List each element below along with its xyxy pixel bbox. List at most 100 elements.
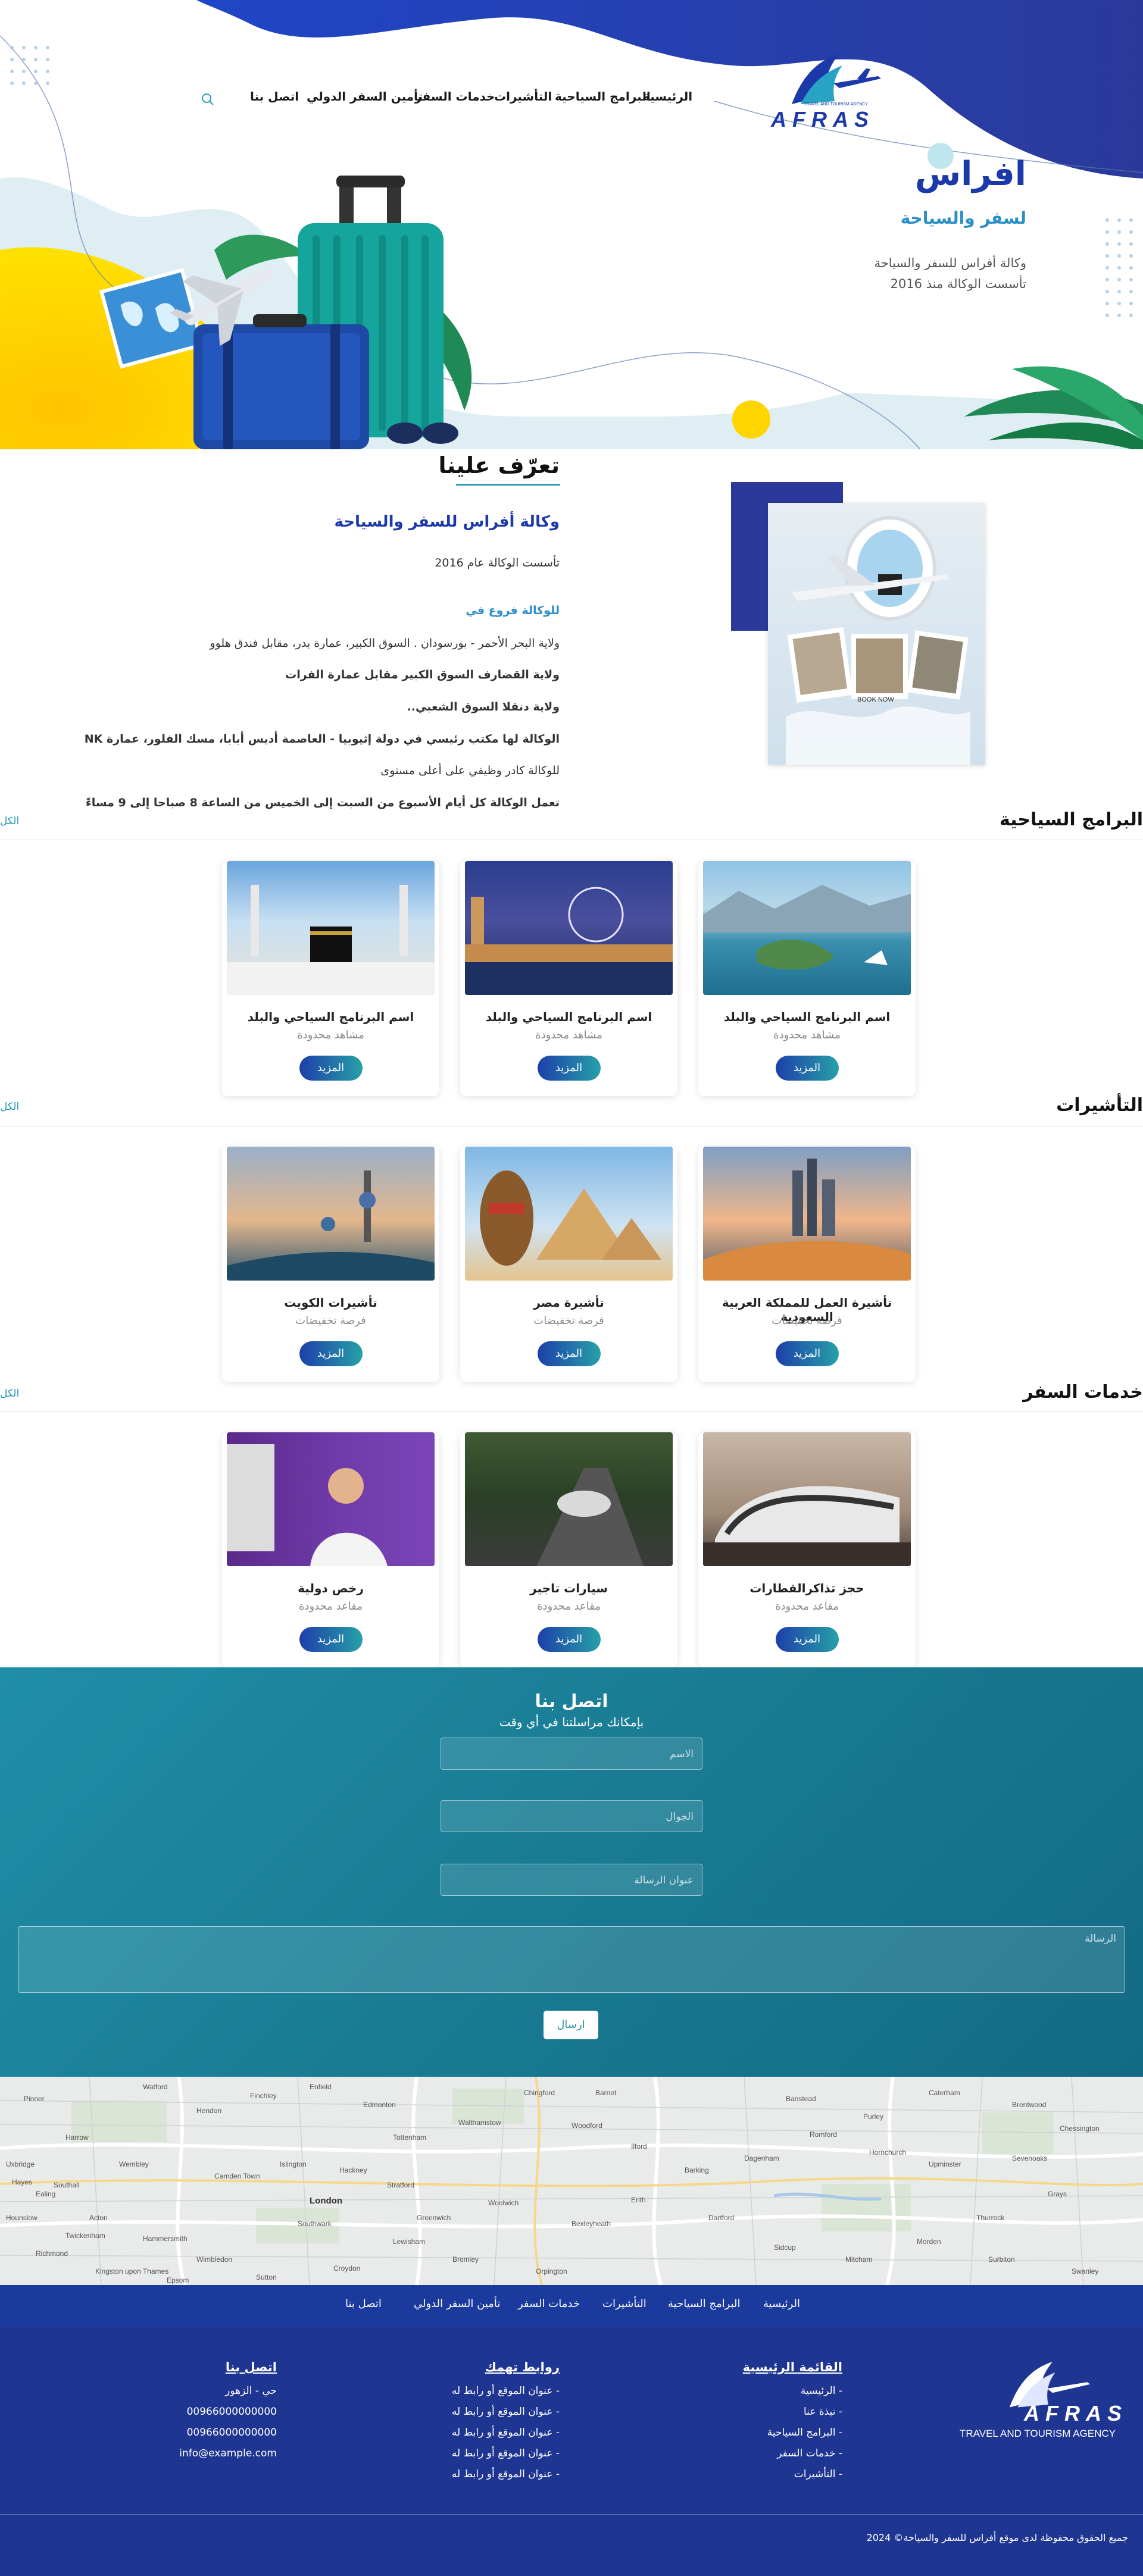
map-label: Islington	[280, 2160, 307, 2168]
map-label: Mitcham	[845, 2255, 873, 2264]
program-card-1[interactable]: اسم البرنامج السياحي والبلد مشاهد محدودة…	[698, 861, 916, 1096]
service-card-1[interactable]: حجز تذاكرالقطارات مقاعد محدودة المزيد	[698, 1432, 916, 1667]
footer-main-menu-item[interactable]: - خدمات السفر	[777, 2447, 842, 2459]
footer-logo[interactable]: AFRAS TRAVEL AND TOURISM AGENCY	[952, 2356, 1122, 2446]
services-heading: خدمات السفر	[1023, 1382, 1143, 1403]
visa-image-3	[227, 1147, 435, 1281]
site-logo[interactable]: TRAVEL AND TOURISM AGENCY AFRAS	[768, 48, 887, 132]
visa-more-button-2[interactable]: المزيد	[537, 1341, 601, 1366]
service-more-button-3[interactable]: المزيد	[299, 1627, 363, 1652]
footer-nav-home[interactable]: الرئيسية	[763, 2298, 800, 2310]
map-label: Dagenham	[744, 2154, 779, 2162]
visa-card-2[interactable]: تأشيرة مصر فرصة تخفيضات المزيد	[460, 1147, 677, 1382]
program-card-3[interactable]: اسم البرنامج السياحي والبلد مشاهد محدودة…	[222, 861, 439, 1096]
service-subtitle-1: مقاعد محدودة	[775, 1600, 839, 1613]
footer-main-menu-item[interactable]: - التأشيرات	[794, 2468, 842, 2480]
visa-card-1[interactable]: تأشيرة العمل للمملكة العربية السعودية فر…	[698, 1147, 916, 1382]
map-label: Thurrock	[976, 2214, 1005, 2222]
about-founded: تأسست الوكالة عام 2016	[435, 556, 560, 569]
nav-tour-programs[interactable]: البرامج السياحية	[555, 89, 651, 104]
map-label: Hayes	[12, 2178, 33, 2186]
footer-main-menu-item[interactable]: - الرئيسية	[801, 2385, 842, 2397]
service-card-3[interactable]: رخص دولية مقاعد محدودة المزيد	[222, 1432, 439, 1667]
map-label: Brentwood	[1012, 2101, 1047, 2109]
about-branch-2: ولاية القضارف السوق الكبير مقابل عمارة ا…	[285, 668, 560, 681]
map-label: Bexleyheath	[572, 2220, 611, 2228]
footer-nav-travel-services[interactable]: خدمات السفر	[518, 2298, 580, 2310]
map-roads	[0, 2077, 1143, 2285]
message-textarea[interactable]: الرسالة	[18, 1926, 1125, 1993]
phone-input[interactable]: الجوال	[441, 1800, 702, 1832]
program-more-button-2[interactable]: المزيد	[537, 1056, 601, 1081]
about-heading-underline	[456, 484, 560, 486]
footer-main-menu-item[interactable]: - نبذة عنا	[804, 2406, 842, 2418]
logo-wordmark: AFRAS	[771, 107, 875, 132]
map-label: Dartford	[708, 2214, 735, 2222]
nav-contact[interactable]: اتصل بنا	[250, 89, 299, 104]
program-subtitle-1: مشاهد محدودة	[773, 1029, 841, 1041]
service-card-2[interactable]: سيارات تاجير مقاعد محدودة المزيد	[460, 1432, 677, 1667]
visa-subtitle-3: فرصة تخفيضات	[295, 1314, 366, 1327]
programs-view-all-link[interactable]: الكل	[0, 815, 19, 827]
nav-travel-services[interactable]: خدمات السفر	[415, 89, 495, 104]
map-label: Orpington	[536, 2267, 567, 2275]
map-label: Walthamstow	[458, 2118, 501, 2127]
program-subtitle-3: مشاهد محدودة	[297, 1029, 364, 1041]
program-card-2[interactable]: اسم البرنامج السياحي والبلد مشاهد محدودة…	[460, 861, 677, 1096]
footer-nav-contact[interactable]: اتصل بنا	[345, 2298, 382, 2310]
subject-input[interactable]: عنوان الرسالة	[441, 1864, 702, 1896]
map-label: Barnet	[595, 2089, 617, 2097]
visas-view-all-link[interactable]: الكل	[0, 1101, 19, 1113]
map-label: Enfield	[310, 2083, 332, 2091]
footer-nav-visas[interactable]: التأشيرات	[602, 2298, 647, 2310]
footer-link-item[interactable]: - عنوان الموقع أو رابط له	[452, 2427, 560, 2439]
location-map[interactable]: Pinner Harrow Wembley Hendon Finchley En…	[0, 2077, 1143, 2285]
footer-nav-tour-programs[interactable]: البرامج السياحية	[668, 2298, 741, 2310]
nav-visas[interactable]: التأشيرات	[494, 89, 552, 104]
visa-more-button-3[interactable]: المزيد	[299, 1341, 363, 1366]
map-label: Hendon	[196, 2107, 222, 2115]
logo-bird-icon	[792, 54, 881, 104]
footer-nav-travel-insurance[interactable]: تأمين السفر الدولي	[414, 2298, 500, 2310]
footer-phone-2[interactable]: 00966000000000	[187, 2427, 277, 2439]
map-label: Southwark	[298, 2220, 332, 2228]
footer-link-item[interactable]: - عنوان الموقع أو رابط له	[452, 2447, 560, 2459]
map-label: Romford	[810, 2130, 838, 2139]
map-label: Chessington	[1060, 2124, 1100, 2133]
footer-main-menu-item[interactable]: - البرامج السياحية	[767, 2427, 842, 2439]
map-label: Upminster	[929, 2160, 961, 2168]
map-label: Ilford	[631, 2142, 647, 2151]
visa-subtitle-2: فرصة تخفيضات	[533, 1314, 604, 1327]
about-hours: تعمل الوكالة كل أيام الأسبوع من السبت إل…	[85, 796, 560, 809]
about-staff: للوكالة كادر وظيفي على أعلى مستوى	[380, 764, 560, 777]
map-label: Epsom	[167, 2276, 189, 2284]
visa-title-2: تأشيرة مصر	[533, 1295, 604, 1310]
map-label: Tottenham	[393, 2133, 427, 2142]
about-branches-heading: للوكالة فروع في	[466, 604, 560, 617]
program-image-3	[227, 861, 435, 995]
program-more-button-3[interactable]: المزيد	[299, 1056, 363, 1081]
service-more-button-1[interactable]: المزيد	[775, 1627, 839, 1652]
footer-email[interactable]: info@example.com	[179, 2447, 277, 2459]
footer-phone-1[interactable]: 00966000000000	[187, 2406, 277, 2418]
program-more-button-1[interactable]: المزيد	[775, 1056, 839, 1081]
name-input[interactable]: الاسم	[441, 1738, 702, 1770]
about-title: وكالة أفراس للسفر والسياحة	[334, 513, 560, 531]
map-label: Surbiton	[988, 2255, 1015, 2264]
map-label: Morden	[917, 2237, 941, 2246]
footer-link-item[interactable]: - عنوان الموقع أو رابط له	[452, 2406, 560, 2418]
footer-logo-wordmark: AFRAS	[1024, 2401, 1128, 2425]
visa-more-button-1[interactable]: المزيد	[775, 1341, 839, 1366]
footer-link-item[interactable]: - عنوان الموقع أو رابط له	[452, 2468, 560, 2480]
footer-link-item[interactable]: - عنوان الموقع أو رابط له	[452, 2385, 560, 2397]
hero-line-2: تأسست الوكالة منذ 2016	[890, 277, 1026, 291]
services-view-all-link[interactable]: الكل	[0, 1388, 19, 1400]
visa-card-3[interactable]: تأشيرات الكويت فرصة تخفيضات المزيد	[222, 1147, 439, 1382]
visa-subtitle-1: فرصة تخفيضات	[772, 1314, 842, 1327]
submit-button[interactable]: ارسال	[544, 2011, 598, 2039]
search-icon[interactable]	[201, 93, 214, 106]
map-label: Sutton	[256, 2273, 277, 2281]
nav-travel-insurance[interactable]: تأمين السفر الدولي	[307, 89, 423, 104]
service-more-button-2[interactable]: المزيد	[537, 1627, 601, 1652]
about-branch-3: ولاية دنقلا السوق الشعبي..	[407, 700, 560, 713]
